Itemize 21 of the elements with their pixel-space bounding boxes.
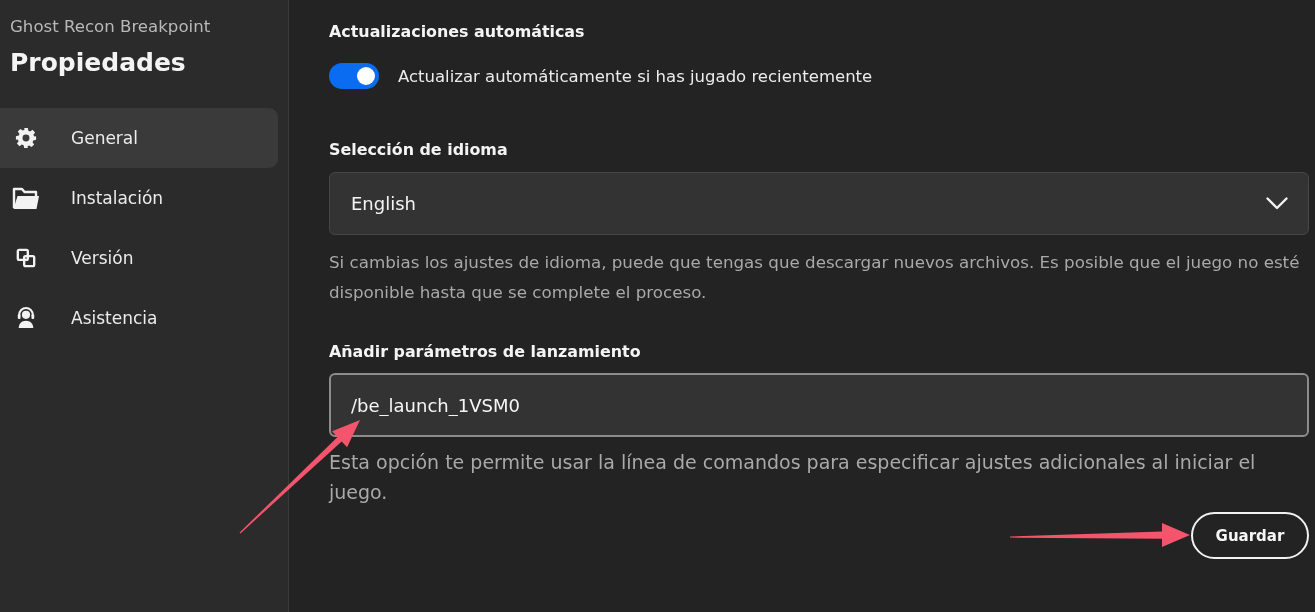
overlapping-squares-icon <box>16 248 36 268</box>
section-heading: Añadir parámetros de lanzamiento <box>329 341 642 363</box>
sidebar-item[interactable]: Instalación <box>0 168 278 228</box>
toggle-label: Actualizar automáticamente si has jugado recientemente <box>398 66 873 86</box>
headset-person-icon <box>16 307 36 329</box>
sidebar-item[interactable]: Versión <box>0 228 278 288</box>
game-title: Ghost Recon Breakpoint <box>10 16 211 38</box>
page-title: Propiedades <box>10 48 186 78</box>
help-text: Esta opción te permite usar la línea de comandos para especificar ajustes adicionales al iniciar el juego. <box>329 450 1257 505</box>
help-text: Si cambias los ajustes de idioma, puede que tengas que descargar nuevos archivos. Es posible que el juego no esté disponible hasta que se complete el proceso. <box>329 251 1301 304</box>
save-button[interactable]: Guardar <box>1191 512 1309 559</box>
launch-parameters-field[interactable]: /be_launch_1VSM0 <box>329 373 1309 437</box>
language-dropdown[interactable]: English <box>329 172 1309 235</box>
section-heading: Actualizaciones automáticas <box>329 21 586 43</box>
chevron-down-icon <box>1266 197 1288 210</box>
gear-icon <box>15 127 37 149</box>
sidebar-item[interactable]: Asistencia <box>0 288 278 348</box>
folder-icon <box>12 186 40 210</box>
sidebar-item[interactable]: General <box>0 108 278 168</box>
section-heading: Selección de idioma <box>329 139 509 161</box>
toggle-switch[interactable] <box>329 63 379 89</box>
